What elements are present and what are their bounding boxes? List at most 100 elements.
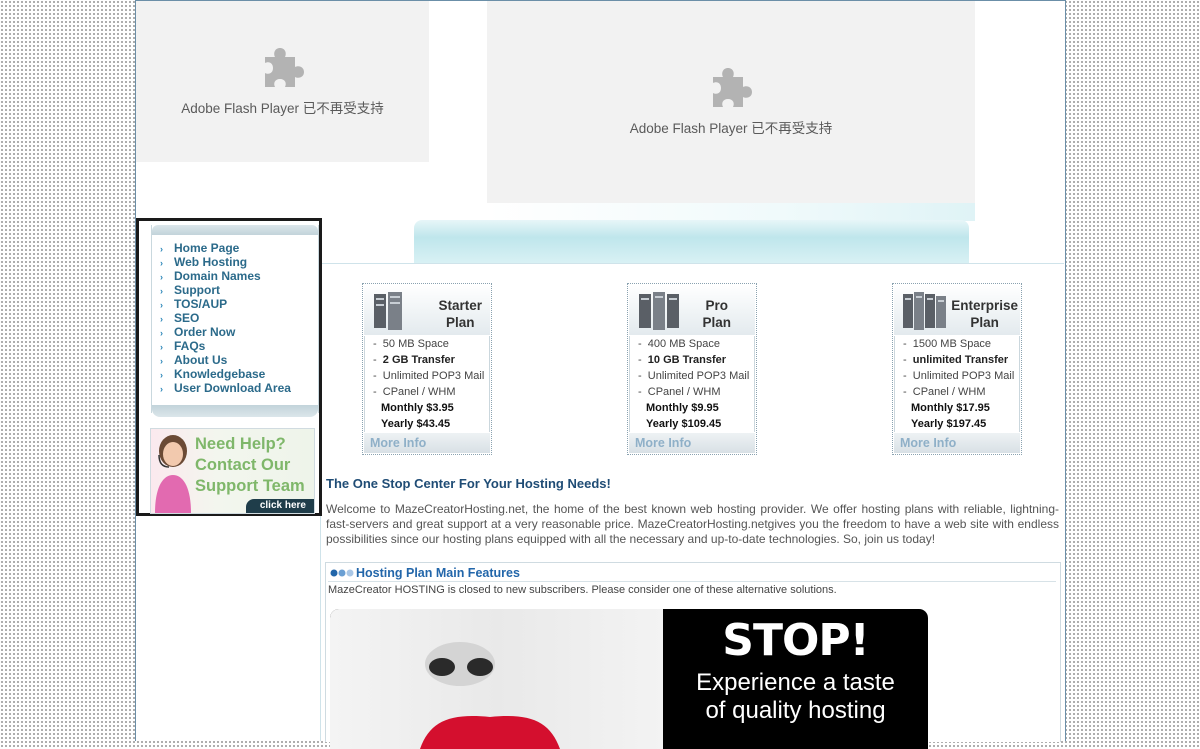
plan-features: - 400 MB Space - 10 GB Transfer - Unlimi…	[629, 336, 755, 432]
ad-tagline-line: of quality hosting	[705, 697, 886, 724]
welcome-paragraph: Welcome to MazeCreatorHosting.net, the h…	[326, 502, 1059, 546]
sidebar: › Home Page › Web Hosting › Domain Names › S…	[136, 218, 322, 516]
nav-item-knowledgebase[interactable]: › Knowledgebase	[160, 367, 291, 381]
plan-feature: - 10 GB Transfer	[638, 354, 727, 366]
plan-feature: - CPanel / WHM	[638, 386, 721, 398]
nav-cap	[152, 405, 318, 417]
nav-item-support[interactable]: › Support	[160, 283, 291, 297]
face-illustration	[420, 642, 560, 749]
features-title: Hosting Plan Main Features	[356, 566, 520, 580]
plan-card-pro: Pro Plan - 400 MB Space - 10 GB Transfer …	[627, 283, 757, 455]
nav-item-user-download[interactable]: › User Download Area	[160, 381, 291, 395]
click-here-button[interactable]: click here	[245, 499, 314, 513]
plan-feature: - 400 MB Space	[638, 338, 720, 350]
ad-tagline: Experience a taste of quality hosting	[663, 669, 928, 725]
plan-title-line: Plan	[970, 315, 999, 330]
plan-feature: - 2 GB Transfer	[373, 354, 455, 366]
banner-strip	[414, 220, 969, 263]
feature-text: Unlimited POP3 Mail	[382, 370, 485, 382]
plan-feature: - unlimited Transfer	[903, 354, 1009, 366]
plan-title: Starter Plan	[438, 297, 482, 331]
plan-feature: - Unlimited POP3 Mail	[903, 370, 1015, 382]
plan-title: Pro Plan	[702, 297, 731, 331]
nav-item-seo[interactable]: › SEO	[160, 311, 291, 325]
plan-feature: - Unlimited POP3 Mail	[638, 370, 750, 382]
feature-text: unlimited Transfer	[912, 354, 1009, 366]
nav-label: SEO	[174, 311, 200, 325]
arrow-icon: ›	[160, 244, 163, 254]
nav-list: › Home Page › Web Hosting › Domain Names › S…	[160, 241, 291, 395]
plan-monthly-price: Monthly $9.95	[646, 402, 719, 414]
arrow-icon: ›	[160, 384, 163, 394]
banner-fade	[487, 203, 975, 221]
more-info-link[interactable]: More Info	[629, 433, 755, 453]
feature-text: 2 GB Transfer	[382, 354, 455, 366]
arrow-icon: ›	[160, 356, 163, 366]
feature-text: 10 GB Transfer	[647, 354, 727, 366]
nav-label: Order Now	[174, 325, 236, 339]
plan-monthly-price: Monthly $17.95	[911, 402, 990, 414]
page-container: Adobe Flash Player 已不再受支持 Adobe Flash Pl…	[135, 0, 1066, 749]
arrow-icon: ›	[160, 300, 163, 310]
plan-title-line: Starter	[438, 298, 482, 313]
more-info-link[interactable]: More Info	[364, 433, 490, 453]
nav-label: Knowledgebase	[174, 367, 266, 381]
support-agent-icon	[155, 435, 191, 513]
advertisement-banner[interactable]: STOP! Experience a taste of quality host…	[330, 609, 928, 749]
arrow-icon: ›	[160, 370, 163, 380]
ad-stop-text: STOP!	[722, 615, 869, 666]
nav-item-order-now[interactable]: › Order Now	[160, 325, 291, 339]
feature-text: Unlimited POP3 Mail	[912, 370, 1015, 382]
puzzle-plugin-icon	[264, 48, 304, 87]
nav-item-tos[interactable]: › TOS/AUP	[160, 297, 291, 311]
bullet-dots-icon	[330, 569, 354, 577]
nav-item-domain-names[interactable]: › Domain Names	[160, 269, 291, 283]
plan-header: Starter Plan	[364, 285, 490, 335]
flash-placeholder-right[interactable]: Adobe Flash Player 已不再受支持	[487, 1, 975, 203]
arrow-icon: ›	[160, 286, 163, 296]
plan-yearly-price: Yearly $109.45	[646, 418, 722, 430]
plan-title-line: Plan	[445, 315, 475, 330]
plan-title: Enterprise Plan	[951, 297, 1018, 331]
page-headline: The One Stop Center For Your Hosting Nee…	[326, 476, 611, 491]
plan-monthly-price: Monthly $3.95	[381, 402, 454, 414]
plan-title-line: Plan	[702, 315, 731, 330]
divider	[320, 263, 1064, 264]
ad-image	[330, 609, 663, 749]
feature-text: 400 MB Space	[647, 338, 720, 350]
plan-card-starter: Starter Plan - 50 MB Space - 2 GB Transfe…	[362, 283, 492, 455]
arrow-icon: ›	[160, 328, 163, 338]
flash-message-left: Adobe Flash Player 已不再受支持	[181, 101, 384, 116]
plan-feature: - Unlimited POP3 Mail	[373, 370, 485, 382]
plan-yearly-price: Yearly $197.45	[911, 418, 987, 430]
nav-item-home[interactable]: › Home Page	[160, 241, 291, 255]
sidebar-nav: › Home Page › Web Hosting › Domain Names › S…	[151, 225, 319, 417]
plan-title-line: Pro	[705, 298, 728, 313]
nav-item-faqs[interactable]: › FAQs	[160, 339, 291, 353]
help-line: Contact Our	[195, 456, 291, 474]
more-info-link[interactable]: More Info	[894, 433, 1020, 453]
plan-card-enterprise: Enterprise Plan - 1500 MB Space - unlimit…	[892, 283, 1022, 455]
nav-item-about-us[interactable]: › About Us	[160, 353, 291, 367]
feature-text: CPanel / WHM	[382, 386, 456, 398]
nav-label: User Download Area	[174, 381, 291, 395]
flash-placeholder-left[interactable]: Adobe Flash Player 已不再受支持	[136, 1, 429, 162]
features-panel: Hosting Plan Main Features MazeCreator H…	[325, 562, 1061, 749]
help-line: Need Help?	[195, 435, 286, 453]
server-icon	[903, 292, 946, 330]
plan-feature: - 1500 MB Space	[903, 338, 992, 350]
nav-label: FAQs	[174, 339, 206, 353]
feature-text: 50 MB Space	[382, 338, 449, 350]
plan-feature: - CPanel / WHM	[373, 386, 456, 398]
arrow-icon: ›	[160, 258, 163, 268]
feature-text: Unlimited POP3 Mail	[647, 370, 750, 382]
nav-item-web-hosting[interactable]: › Web Hosting	[160, 255, 291, 269]
closed-notice: MazeCreator HOSTING is closed to new sub…	[328, 584, 837, 596]
plan-header: Enterprise Plan	[894, 285, 1020, 335]
support-banner[interactable]: Need Help? Contact Our Support Team clic…	[150, 428, 315, 514]
arrow-icon: ›	[160, 314, 163, 324]
plan-features: - 1500 MB Space - unlimited Transfer - U…	[894, 336, 1020, 432]
feature-text: CPanel / WHM	[647, 386, 721, 398]
features-header: Hosting Plan Main Features	[328, 565, 1056, 582]
nav-label: Web Hosting	[174, 255, 248, 269]
